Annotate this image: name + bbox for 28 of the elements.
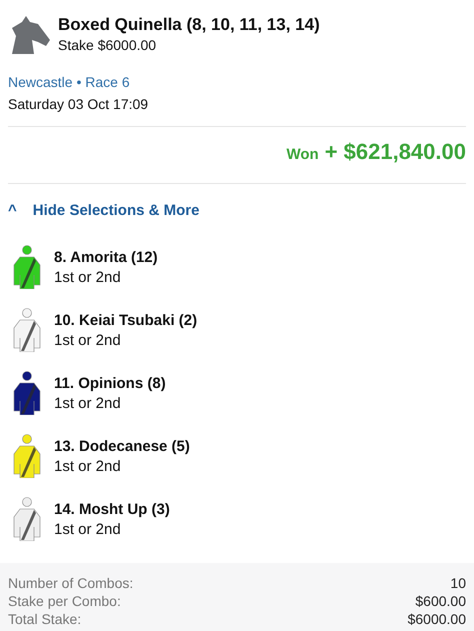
runner-name: 11. Opinions (8) (54, 374, 166, 392)
runner-name: 10. Keiai Tsubaki (2) (54, 312, 198, 328)
runner-name: 13. Dodecanese (5) (54, 438, 190, 454)
jockey-silks-icon (12, 497, 42, 541)
runner-position: 1st or 2nd (54, 332, 122, 348)
result-amount: + $621,840.00 (324, 139, 466, 165)
stake-text: Stake $6000.00 (58, 37, 158, 53)
summary-value: 10 (450, 575, 466, 591)
runner-position: 1st or 2nd (54, 458, 122, 474)
bet-title: Boxed Quinella (8, 10, 11, 13, 14) (58, 15, 320, 35)
jockey-silks-icon (12, 308, 42, 352)
race-link[interactable]: Newcastle • Race 6 (0, 74, 474, 90)
summary-label: Stake per Combo: (8, 593, 121, 609)
hide-selections-toggle[interactable]: ^ Hide Selections & More (0, 184, 208, 219)
runner-position: 1st or 2nd (54, 394, 122, 412)
jockey-silks-icon (12, 434, 42, 478)
runner-name: 14. Mosht Up (3) (54, 500, 170, 518)
summary-value: $6000.00 (408, 611, 466, 627)
summary-label: Total Stake: (8, 611, 82, 627)
runner-position: 1st or 2nd (54, 268, 122, 286)
jockey-silks-icon (12, 371, 42, 415)
summary-label: Number of Combos: (8, 575, 134, 591)
result-label: Won (286, 146, 319, 163)
jockey-silks-icon (12, 245, 42, 289)
runner-name: 8. Amorita (12) (54, 248, 158, 266)
runner-position: 1st or 2nd (54, 520, 122, 538)
summary-value: $600.00 (415, 593, 466, 609)
race-time: Saturday 03 Oct 17:09 (7, 96, 150, 112)
